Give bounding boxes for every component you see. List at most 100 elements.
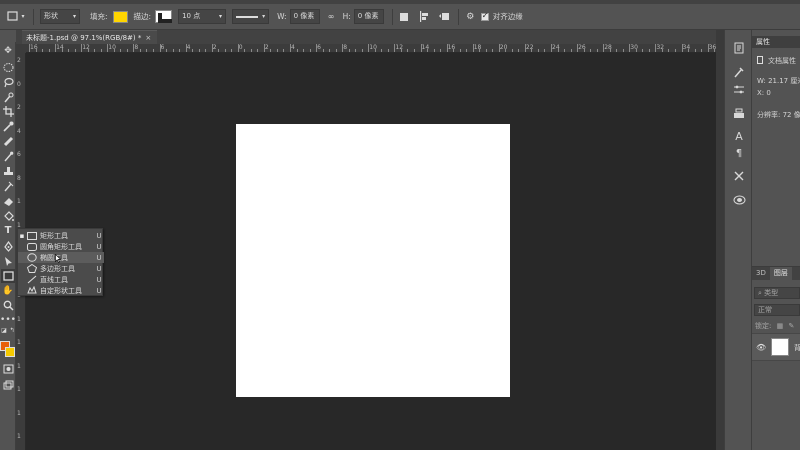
background-color-swatch[interactable] [5, 347, 15, 357]
height-field[interactable]: 0 像素 [353, 9, 384, 24]
ruler-tick [609, 49, 611, 52]
healing-brush-tool-icon[interactable] [1, 134, 15, 148]
ruler-tick [400, 49, 402, 52]
ruler-tick [420, 44, 422, 52]
layers-panel-tabs: 3D 图层 [752, 267, 800, 280]
rectangle-tool-icon[interactable] [1, 269, 15, 283]
quick-mask-icon[interactable] [1, 362, 15, 376]
stroke-label: 描边: [133, 12, 152, 21]
marquee-tool-icon[interactable] [1, 60, 15, 74]
fill-color-swatch[interactable] [112, 10, 128, 23]
adjustments-panel-icon[interactable] [732, 83, 746, 97]
screen-mode-icon[interactable] [1, 378, 15, 392]
libraries-panel-icon[interactable] [732, 106, 746, 120]
paragraph-panel-icon[interactable]: ¶ [732, 146, 746, 160]
flyout-item-rectangle[interactable]: ▪ 矩形工具 U [18, 230, 104, 241]
polygon-icon [26, 264, 38, 273]
ruler-label: 2 [264, 44, 269, 51]
document-properties-row: 文档属性 [757, 56, 796, 66]
flyout-item-label: 多边形工具 [40, 264, 75, 273]
tab-layers[interactable]: 图层 [769, 267, 792, 280]
crop-tool-icon[interactable] [1, 104, 15, 118]
ruler-tick [648, 49, 650, 52]
path-alignment-icon[interactable] [418, 10, 431, 23]
stroke-width-field[interactable]: 10 点 ▾ [178, 9, 227, 24]
move-tool-icon[interactable]: ✥ [1, 44, 15, 58]
quick-selection-tool-icon[interactable] [1, 90, 15, 104]
clone-stamp-tool-icon[interactable] [1, 164, 15, 178]
tool-mode-select[interactable]: 形状 ▾ [40, 9, 80, 24]
layer-filter-input[interactable]: ⌕ 类型 [754, 287, 800, 299]
type-tool-icon[interactable]: T [1, 224, 15, 238]
brush-tool-icon[interactable] [1, 149, 15, 163]
document-properties-label: 文档属性 [768, 57, 796, 65]
ruler-tick [629, 44, 631, 52]
flyout-item-label: 圆角矩形工具 [40, 242, 82, 251]
tools-panel-icon[interactable] [732, 169, 746, 183]
path-operations-icon[interactable] [398, 10, 411, 23]
ruler-label: 8 [343, 44, 348, 51]
ruler-tick [198, 49, 200, 52]
properties-title: 属性 [752, 36, 800, 48]
history-panel-icon[interactable] [732, 41, 746, 55]
hand-tool-icon[interactable]: ✋ [1, 284, 15, 298]
flyout-item-custom-shape[interactable]: 自定形状工具 U [18, 285, 104, 296]
document-tab-title: 未标题-1.psd @ 97.1%(RGB/8#) * [26, 34, 142, 42]
path-arrangement-icon[interactable] [438, 10, 451, 23]
ruler-tick [309, 49, 311, 52]
close-icon[interactable]: × [145, 34, 151, 42]
lock-pixels-icon[interactable]: ▦ [777, 322, 784, 330]
ruler-tick [166, 49, 168, 52]
document-canvas[interactable] [236, 124, 510, 397]
paint-bucket-tool-icon[interactable] [1, 209, 15, 223]
flyout-item-polygon[interactable]: 多边形工具 U [18, 263, 104, 274]
stroke-color-swatch[interactable] [155, 10, 173, 23]
ruler-tick [192, 49, 194, 52]
ruler-tick [290, 44, 291, 52]
link-icon[interactable]: ∞ [325, 10, 338, 23]
ruler-tick [42, 49, 44, 52]
tool-mode-value: 形状 [44, 12, 58, 20]
eyedropper-tool-icon[interactable] [1, 119, 15, 133]
brush-panel-icon[interactable] [732, 65, 746, 79]
ruler-tick [531, 49, 533, 52]
horizontal-ruler: 16 14 12 10 8 6 4 2 0 2 4 6 8 10 12 14 16 18 20 22 24 26 28 30 3… [26, 44, 716, 53]
tab-3d[interactable]: 3D [752, 267, 770, 280]
options-bar: ▾ 形状 ▾ 填充: 描边: 10 点 ▾ ▾ W: 0 像素 ∞ H: 0 像… [0, 4, 800, 30]
lock-row: 锁定: ▦ ✎ [755, 321, 794, 331]
ruler-tick [244, 49, 246, 52]
align-edges-checkbox[interactable] [480, 11, 489, 21]
zoom-tool-icon[interactable] [1, 298, 15, 312]
eye-icon[interactable]: 👁 [756, 343, 766, 352]
ruler-tick [616, 49, 618, 52]
pen-tool-icon[interactable] [1, 239, 15, 253]
chevron-down-icon[interactable]: ▾ [19, 10, 27, 23]
flyout-item-line[interactable]: 直线工具 U [18, 274, 104, 285]
flyout-item-rounded-rectangle[interactable]: 圆角矩形工具 U [18, 241, 104, 252]
ruler-label: 2 [17, 57, 21, 64]
stroke-type-select[interactable]: ▾ [232, 9, 270, 24]
document-tab[interactable]: 未标题-1.psd @ 97.1%(RGB/8#) * × [22, 30, 158, 44]
flyout-item-ellipse[interactable]: 椭圆工具 U [18, 252, 104, 263]
canvas-area[interactable] [26, 53, 716, 450]
default-colors-icon[interactable]: ◪ [0, 327, 8, 335]
history-brush-tool-icon[interactable] [1, 179, 15, 193]
gear-icon[interactable]: ⚙ [464, 10, 477, 23]
blend-mode-select[interactable]: 正常 [754, 304, 800, 316]
ruler-label: 1 [17, 409, 21, 417]
ruler-tick [316, 44, 318, 52]
shape-tool-preset-icon[interactable] [6, 10, 19, 23]
path-selection-tool-icon[interactable] [1, 254, 15, 268]
lock-position-icon[interactable]: ✎ [788, 322, 794, 330]
lasso-tool-icon[interactable] [1, 75, 15, 89]
ruler-label: 4 [186, 44, 191, 51]
eraser-tool-icon[interactable] [1, 194, 15, 208]
layer-row-background[interactable]: 👁 背景 [752, 333, 800, 361]
more-tools-icon[interactable]: ••• [0, 313, 16, 327]
ruler-tick [329, 49, 331, 52]
ruler-tick [492, 49, 494, 52]
swap-colors-icon[interactable]: ↰ [8, 327, 16, 335]
3d-panel-icon[interactable] [732, 193, 746, 207]
character-panel-icon[interactable]: A [732, 129, 746, 143]
width-field[interactable]: 0 像素 [289, 9, 320, 24]
